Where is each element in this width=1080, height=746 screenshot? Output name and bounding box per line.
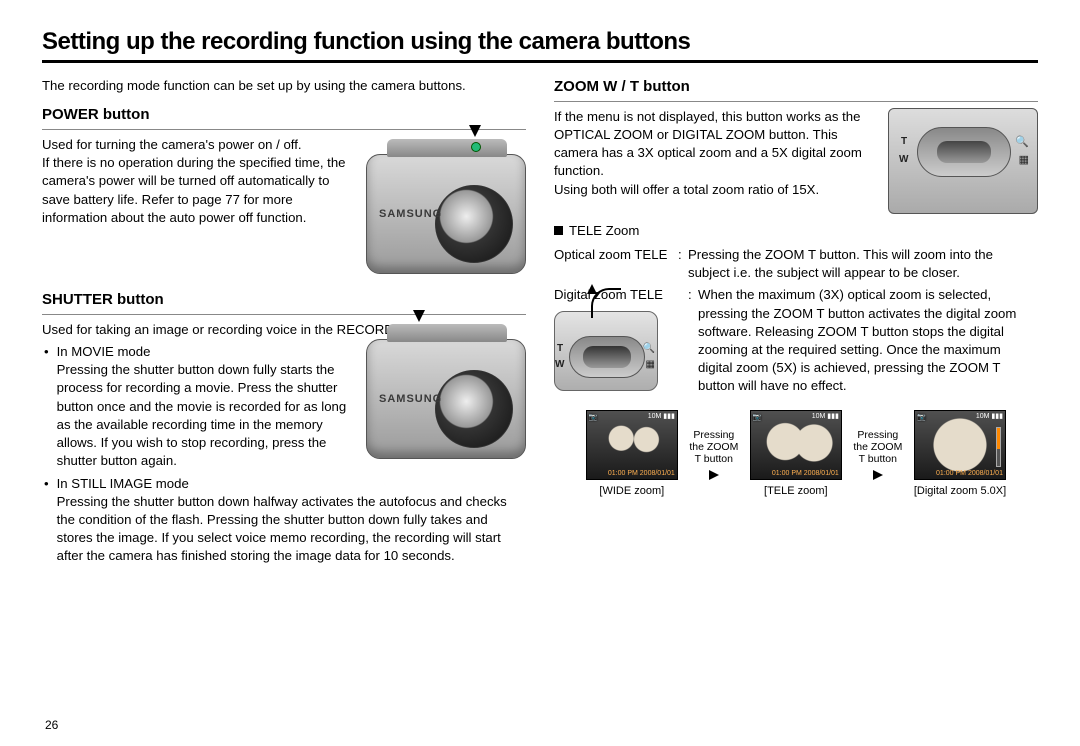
magnify-icon: 🔍 — [1015, 135, 1029, 150]
optical-zoom-body: Pressing the ZOOM T button. This will zo… — [688, 246, 1038, 282]
movie-mode-body: Pressing the shutter button down fully s… — [57, 361, 354, 470]
power-heading: POWER button — [42, 105, 526, 130]
sample-shot-digital: 📷 10M ▮▮▮ 01:00 PM 2008/01/01 — [914, 410, 1006, 480]
zoom-button-illustration: T W 🔍 ▦ — [554, 311, 658, 391]
right-column: ZOOM W / T button If the menu is not dis… — [554, 77, 1038, 566]
zoom-para2: Using both will offer a total zoom ratio… — [554, 181, 876, 199]
page-title: Setting up the recording function using … — [42, 28, 1038, 63]
magnify-icon: 🔍 — [643, 342, 655, 356]
press-zoom-label: Pressing the ZOOM T button — [850, 429, 906, 465]
shutter-heading: SHUTTER button — [42, 290, 526, 315]
zoom-para1: If the menu is not displayed, this butto… — [554, 108, 876, 181]
manual-page: Setting up the recording function using … — [0, 0, 1080, 746]
caption-tele: [TELE zoom] — [764, 484, 828, 499]
camera-illustration-power: SAMSUNG — [366, 154, 526, 274]
zoom-heading: ZOOM W / T button — [554, 77, 1038, 102]
arrow-right-icon — [873, 470, 883, 480]
camera-brand-label: SAMSUNG — [379, 392, 442, 407]
caption-wide: [WIDE zoom] — [599, 484, 664, 499]
square-bullet-icon — [554, 226, 563, 235]
camera-illustration-shutter: SAMSUNG — [366, 339, 526, 459]
digital-zoom-body: When the maximum (3X) optical zoom is se… — [698, 286, 1038, 395]
page-number: 26 — [45, 718, 58, 732]
two-column-layout: The recording mode function can be set u… — [42, 77, 1038, 566]
zoom-t-label: T — [557, 342, 563, 356]
still-mode-body: Pressing the shutter button down halfway… — [57, 493, 526, 566]
movie-mode-head: In MOVIE mode — [57, 343, 354, 361]
zoom-samples-row: 📷 10M ▮▮▮ 01:00 PM 2008/01/01 [WIDE zoom… — [554, 410, 1038, 499]
grid-icon: ▦ — [646, 358, 655, 372]
zoom-w-label: W — [555, 358, 564, 372]
arrow-up-icon — [587, 284, 597, 294]
optical-zoom-label: Optical zoom TELE — [554, 246, 678, 282]
zoom-pad-illustration: T W 🔍 ▦ — [888, 108, 1038, 214]
sample-shot-tele: 📷 10M ▮▮▮ 01:00 PM 2008/01/01 — [750, 410, 842, 480]
power-paragraph: If there is no operation during the spec… — [42, 154, 354, 227]
caption-digital: [Digital zoom 5.0X] — [914, 484, 1006, 499]
arrow-right-icon — [709, 470, 719, 480]
arrow-down-icon — [413, 310, 425, 322]
tele-zoom-heading: TELE Zoom — [569, 222, 639, 240]
sample-shot-wide: 📷 10M ▮▮▮ 01:00 PM 2008/01/01 — [586, 410, 678, 480]
camera-brand-label: SAMSUNG — [379, 207, 442, 222]
left-column: The recording mode function can be set u… — [42, 77, 526, 566]
zoom-w-label: W — [899, 153, 908, 167]
press-zoom-label: Pressing the ZOOM T button — [686, 429, 742, 465]
grid-icon: ▦ — [1019, 153, 1029, 168]
zoom-t-label: T — [901, 135, 907, 149]
still-mode-head: In STILL IMAGE mode — [57, 475, 526, 493]
arrow-down-icon — [469, 125, 481, 137]
intro-text: The recording mode function can be set u… — [42, 77, 526, 95]
